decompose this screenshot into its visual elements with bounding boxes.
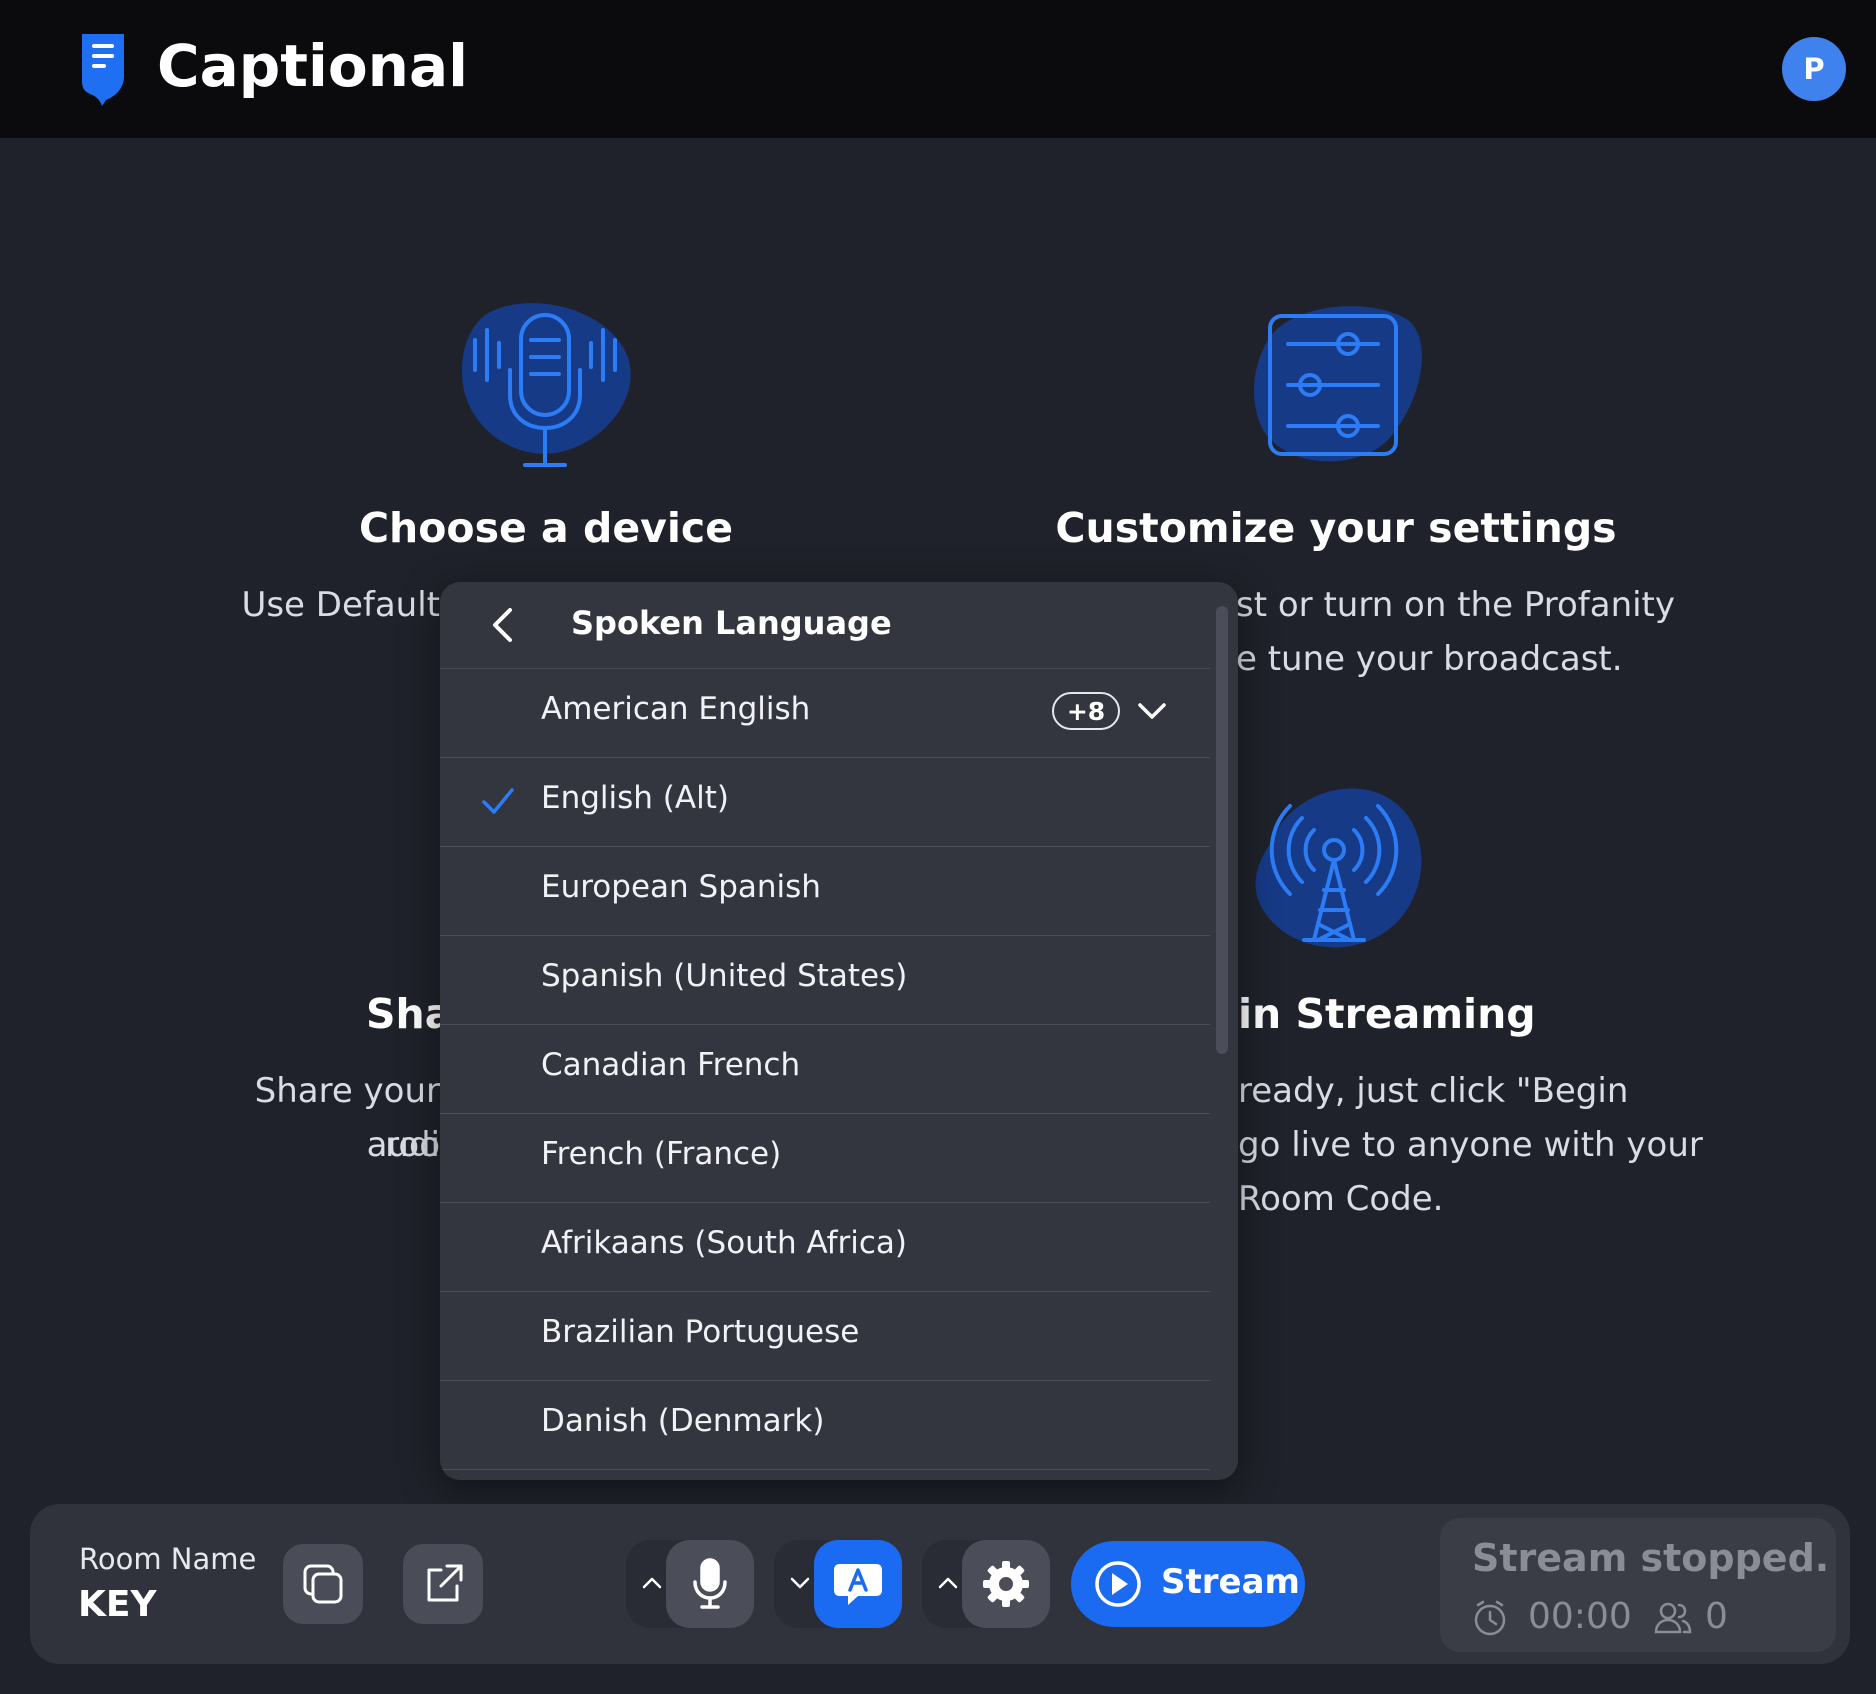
- card-desc-device: Use Default: [241, 585, 440, 625]
- broadcast-tower-illustration: [1255, 788, 1422, 948]
- card-desc-share-2: audi: [366, 1125, 440, 1165]
- captions-group: [774, 1540, 902, 1628]
- viewer-count: 0: [1705, 1596, 1728, 1637]
- card-desc-streaming-3: Room Code.: [1238, 1179, 1444, 1219]
- variants-badge[interactable]: +8: [1052, 692, 1120, 730]
- language-label: European Spanish: [541, 869, 821, 905]
- language-label: Brazilian Portuguese: [541, 1314, 860, 1350]
- chevron-up-icon[interactable]: [640, 1571, 664, 1595]
- settings-group: [922, 1540, 1050, 1628]
- language-item-afrikaans[interactable]: Afrikaans (South Africa): [440, 1203, 1210, 1292]
- language-item-spanish-us[interactable]: Spanish (United States): [440, 936, 1210, 1025]
- chevron-down-icon[interactable]: [1137, 699, 1167, 723]
- external-link-icon: [427, 1564, 463, 1602]
- card-desc-settings-1: st or turn on the Profanity: [1236, 585, 1676, 625]
- stream-status-panel: Stream stopped. 00:00 0: [1440, 1518, 1836, 1652]
- spoken-language-dropdown: Spoken Language American English +8 Engl…: [440, 582, 1238, 1480]
- brand-name: Captional: [157, 32, 468, 100]
- play-circle-icon: [1095, 1561, 1141, 1607]
- language-item-french-france[interactable]: French (France): [440, 1114, 1210, 1203]
- stream-status: Stream stopped.: [1472, 1536, 1830, 1580]
- language-item-european-spanish[interactable]: European Spanish: [440, 847, 1210, 936]
- caption-icon: [834, 1564, 882, 1605]
- avatar[interactable]: P: [1782, 37, 1846, 101]
- language-label: Canadian French: [541, 1047, 801, 1083]
- stream-button[interactable]: Stream: [1071, 1541, 1305, 1627]
- card-desc-streaming-1: ready, just click "Begin: [1238, 1071, 1629, 1111]
- room-name-label: Room Name: [79, 1542, 257, 1576]
- language-item-english-alt[interactable]: English (Alt): [440, 758, 1210, 847]
- card-desc-streaming-2: go live to anyone with your: [1238, 1125, 1703, 1165]
- settings-button[interactable]: [962, 1540, 1050, 1628]
- users-icon: [1654, 1602, 1692, 1634]
- stream-timer: 00:00: [1528, 1596, 1632, 1637]
- card-title-settings: Customize your settings: [1055, 504, 1617, 552]
- language-item-canadian-french[interactable]: Canadian French: [440, 1025, 1210, 1114]
- dropdown-title: Spoken Language: [571, 604, 892, 642]
- language-label: Danish (Denmark): [541, 1403, 825, 1439]
- language-label: American English: [541, 691, 811, 727]
- logo-icon: [82, 34, 124, 106]
- copy-button[interactable]: [283, 1544, 363, 1624]
- language-label: Spanish (United States): [541, 958, 908, 994]
- chevron-left-icon[interactable]: [490, 607, 514, 643]
- card-title-device: Choose a device: [358, 504, 734, 552]
- language-item-danish[interactable]: Danish (Denmark): [440, 1381, 1210, 1470]
- room-key: KEY: [78, 1584, 157, 1625]
- open-external-button[interactable]: [403, 1544, 483, 1624]
- captions-button[interactable]: [814, 1540, 902, 1628]
- bottom-control-bar: Room Name KEY Stream Stream stopped. 00:…: [30, 1504, 1850, 1664]
- language-item-american-english[interactable]: American English +8: [440, 669, 1210, 758]
- language-label: English (Alt): [541, 780, 729, 816]
- microphone-group: [626, 1540, 754, 1628]
- copy-icon: [303, 1564, 343, 1604]
- microphone-icon: [693, 1558, 727, 1609]
- sliders-illustration: [1253, 306, 1422, 462]
- clock-icon: [1474, 1600, 1506, 1636]
- card-title-streaming: in Streaming: [1238, 990, 1536, 1038]
- microphone-illustration: [461, 303, 631, 467]
- dropdown-header: Spoken Language: [440, 582, 1210, 669]
- card-title-share: Sha: [366, 990, 453, 1038]
- dropdown-scrollbar[interactable]: [1216, 606, 1228, 1054]
- top-bar: Captional P: [0, 0, 1876, 138]
- language-label: French (France): [541, 1136, 782, 1172]
- chevron-down-icon[interactable]: [788, 1571, 812, 1595]
- chevron-up-icon[interactable]: [936, 1571, 960, 1595]
- language-item-brazilian-portuguese[interactable]: Brazilian Portuguese: [440, 1292, 1210, 1381]
- language-list: American English +8 English (Alt) Europe…: [440, 669, 1210, 1470]
- gear-icon: [983, 1561, 1029, 1607]
- check-icon: [482, 788, 514, 814]
- microphone-button[interactable]: [666, 1540, 754, 1628]
- stream-label: Stream: [1161, 1562, 1300, 1602]
- language-label: Afrikaans (South Africa): [541, 1225, 907, 1261]
- card-desc-settings-2: e tune your broadcast.: [1236, 639, 1623, 679]
